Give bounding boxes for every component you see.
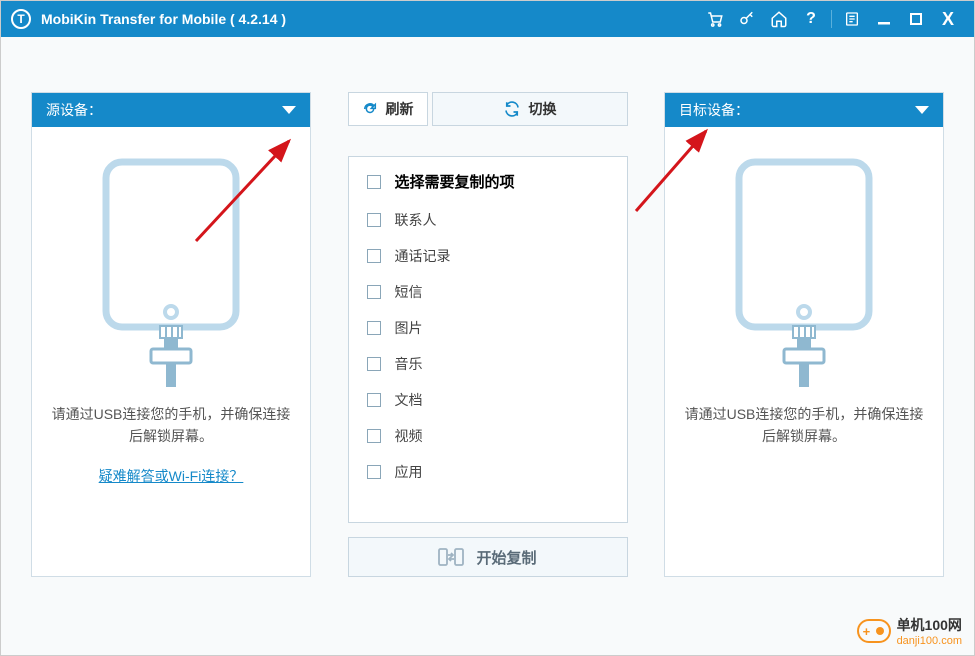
source-header-label: 源设备： [46,100,102,120]
refresh-button[interactable]: 刷新 [348,92,428,126]
troubleshoot-link[interactable]: 疑难解答或Wi-Fi连接？ [99,466,244,486]
checkbox[interactable] [367,213,381,227]
chevron-down-icon [282,106,296,114]
select-all-row[interactable]: 选择需要复制的项 [367,171,609,192]
check-item-contacts[interactable]: 联系人 [367,210,609,230]
watermark-logo-icon [857,619,891,643]
checkbox[interactable] [367,285,381,299]
app-title: MobiKin Transfer for Mobile ( 4.2.14 ) [41,11,286,27]
check-item-video[interactable]: 视频 [367,426,609,446]
minimize-button[interactable] [870,5,898,33]
target-instruction: 请通过USB连接您的手机，并确保连接后解锁屏幕。 [665,403,943,448]
check-item-sms[interactable]: 短信 [367,282,609,302]
checkbox[interactable] [367,321,381,335]
target-device-dropdown[interactable]: 目标设备： [665,93,943,127]
start-copy-label: 开始复制 [476,547,536,568]
switch-icon [503,100,521,118]
checkbox[interactable] [367,429,381,443]
start-copy-button[interactable]: 开始复制 [348,537,628,577]
titlebar: T MobiKin Transfer for Mobile ( 4.2.14 )… [1,1,974,37]
check-item-photos[interactable]: 图片 [367,318,609,338]
switch-label: 切换 [529,99,557,119]
check-item-docs[interactable]: 文档 [367,390,609,410]
checkbox[interactable] [367,357,381,371]
maximize-button[interactable] [902,5,930,33]
phone-illustration-icon [704,157,904,387]
watermark: 单机100网 danji100.com [857,615,962,647]
transfer-icon [438,547,464,567]
copy-items-panel: 选择需要复制的项 联系人 通话记录 短信 图片 音乐 文档 视频 应用 [348,156,628,523]
watermark-text2: danji100.com [897,635,962,647]
close-button[interactable]: X [934,5,962,33]
chevron-down-icon [915,106,929,114]
watermark-text1: 单机100网 [897,615,962,635]
feedback-icon[interactable] [838,5,866,33]
home-icon[interactable] [765,5,793,33]
refresh-label: 刷新 [386,99,414,119]
check-item-apps[interactable]: 应用 [367,462,609,482]
help-icon[interactable]: ? [797,5,825,33]
app-logo-icon: T [11,9,31,29]
divider [831,10,832,28]
source-instruction: 请通过USB连接您的手机，并确保连接后解锁屏幕。 [32,403,310,448]
source-panel-body: 请通过USB连接您的手机，并确保连接后解锁屏幕。 疑难解答或Wi-Fi连接？ [32,127,310,576]
check-item-calllog[interactable]: 通话记录 [367,246,609,266]
checkbox[interactable] [367,249,381,263]
cart-icon[interactable] [701,5,729,33]
target-device-panel: 目标设备： 请通过USB连接您的手机，并确保连接后解锁屏幕。 [664,92,944,577]
phone-illustration-icon [71,157,271,387]
checkbox[interactable] [367,465,381,479]
target-header-label: 目标设备： [679,100,749,120]
source-device-panel: 源设备： 请通过USB连接您的手机，并确保连接后解锁屏幕。 疑难解答或Wi-Fi… [31,92,311,577]
refresh-icon [362,101,378,117]
center-column: 刷新 切换 选择需要复制的项 联系人 通话记录 短信 图片 音乐 文档 视频 应… [348,92,628,577]
select-all-checkbox[interactable] [367,175,381,189]
source-device-dropdown[interactable]: 源设备： [32,93,310,127]
key-icon[interactable] [733,5,761,33]
check-item-music[interactable]: 音乐 [367,354,609,374]
checklist-title: 选择需要复制的项 [395,171,515,192]
target-panel-body: 请通过USB连接您的手机，并确保连接后解锁屏幕。 [665,127,943,576]
main-content: 源设备： 请通过USB连接您的手机，并确保连接后解锁屏幕。 疑难解答或Wi-Fi… [1,37,974,655]
checkbox[interactable] [367,393,381,407]
switch-button[interactable]: 切换 [432,92,628,126]
